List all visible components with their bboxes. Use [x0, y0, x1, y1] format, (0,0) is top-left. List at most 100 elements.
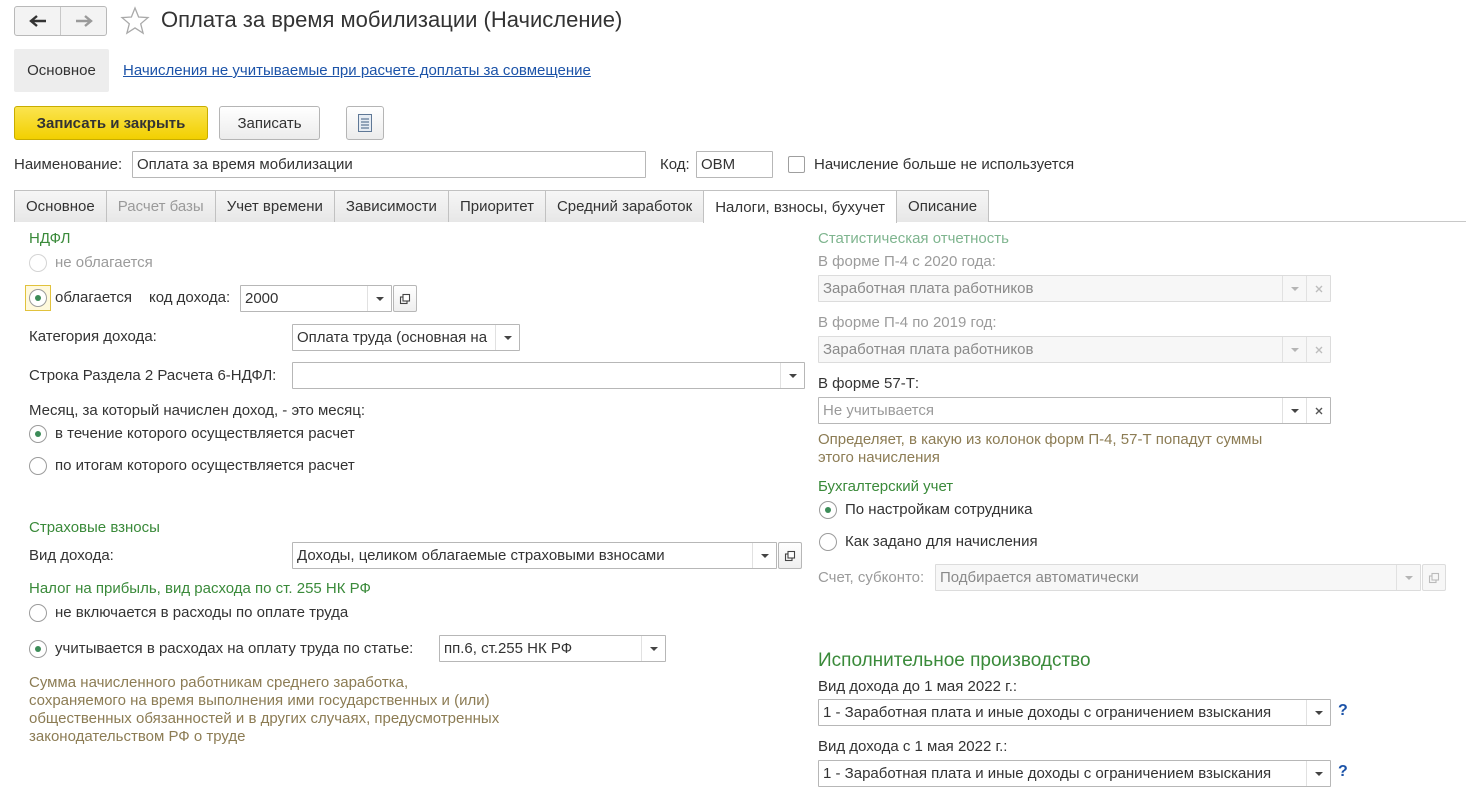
profit-tax-article-dropdown[interactable]: [641, 636, 665, 661]
row-6ndfl-dropdown[interactable]: [780, 363, 804, 388]
open-copy-icon: [399, 293, 411, 305]
insurance-income-type-open-button[interactable]: [778, 542, 802, 569]
accounting-accrual-radio[interactable]: [819, 533, 837, 551]
income-code-open-button[interactable]: [393, 285, 417, 312]
accounting-accrual-label: Как задано для начисления: [845, 533, 1038, 550]
enforcement-before-value: 1 - Заработная плата и иные доходы с огр…: [823, 704, 1272, 721]
save-and-close-button[interactable]: Записать и закрыть: [14, 106, 208, 140]
enforcement-section-title: Исполнительное производство: [818, 650, 1091, 671]
chevron-down-icon: [503, 335, 513, 341]
profit-tax-included-radio[interactable]: [29, 640, 47, 658]
insurance-income-type-label: Вид дохода:: [29, 547, 114, 564]
name-field[interactable]: Оплата за время мобилизации: [132, 151, 646, 178]
p4-2019-label: В форме П-4 по 2019 год:: [818, 314, 997, 331]
report-list-button[interactable]: [346, 106, 384, 140]
chevron-down-icon: [1314, 771, 1324, 777]
panel-link-accruals[interactable]: Начисления не учитываемые при расчете до…: [123, 62, 591, 79]
profit-tax-article-value: пп.6, ст.255 НК РФ: [444, 640, 573, 657]
ndfl-section-title: НДФЛ: [29, 230, 71, 247]
tab-taxes[interactable]: Налоги, взносы, бухучет: [703, 190, 898, 223]
profit-tax-hint: Сумма начисленного работникам среднего з…: [29, 674, 500, 745]
name-label: Наименование:: [14, 156, 123, 173]
income-category-dropdown[interactable]: [495, 325, 519, 350]
enforcement-before-label: Вид дохода до 1 мая 2022 г.:: [818, 678, 1018, 695]
forward-button[interactable]: [60, 7, 106, 35]
code-value: ОВМ: [701, 156, 736, 173]
month-during-radio[interactable]: [29, 425, 47, 443]
f57t-clear[interactable]: [1306, 398, 1330, 423]
p4-2019-field[interactable]: Заработная плата работников: [818, 336, 1331, 363]
p4-2019-clear[interactable]: [1306, 337, 1330, 362]
enforcement-after-value: 1 - Заработная плата и иные доходы с огр…: [823, 765, 1272, 782]
accounting-employee-radio[interactable]: [819, 501, 837, 519]
enforcement-before-help[interactable]: ?: [1338, 702, 1348, 720]
tab-priority[interactable]: Приоритет: [447, 190, 546, 222]
row-6ndfl-field[interactable]: [292, 362, 805, 389]
insurance-income-type-field[interactable]: Доходы, целиком облагаемые страховыми вз…: [292, 542, 777, 569]
profit-tax-article-field[interactable]: пп.6, ст.255 НК РФ: [439, 635, 666, 662]
statistics-section-title: Статистическая отчетность: [818, 230, 1009, 247]
month-results-radio[interactable]: [29, 457, 47, 475]
p4-2020-dropdown[interactable]: [1282, 276, 1306, 301]
report-list-icon: [358, 114, 372, 132]
f57t-dropdown[interactable]: [1282, 398, 1306, 423]
unused-checkbox[interactable]: [788, 156, 805, 173]
income-code-dropdown[interactable]: [367, 286, 391, 311]
name-value: Оплата за время мобилизации: [137, 156, 353, 173]
enforcement-after-label: Вид дохода с 1 мая 2022 г.:: [818, 738, 1008, 755]
tab-base-calculation[interactable]: Расчет базы: [105, 190, 216, 222]
p4-2020-clear[interactable]: [1306, 276, 1330, 301]
income-code-label: код дохода:: [149, 289, 231, 306]
account-field[interactable]: Подбирается автоматически: [935, 564, 1421, 591]
p4-2020-field[interactable]: Заработная плата работников: [818, 275, 1331, 302]
profit-tax-section-title: Налог на прибыль, вид расхода по ст. 255…: [29, 580, 371, 597]
income-category-field[interactable]: Оплата труда (основная на: [292, 324, 520, 351]
insurance-income-type-dropdown[interactable]: [752, 543, 776, 568]
account-open-button[interactable]: [1422, 564, 1446, 591]
code-field[interactable]: ОВМ: [696, 151, 773, 178]
chevron-down-icon: [1404, 575, 1414, 581]
tab-average-earnings[interactable]: Средний заработок: [544, 190, 705, 222]
profit-tax-included-label: учитывается в расходах на оплату труда п…: [55, 640, 414, 657]
back-button[interactable]: [15, 7, 60, 35]
chevron-down-icon: [649, 646, 659, 652]
save-button[interactable]: Записать: [219, 106, 320, 140]
p4-2019-dropdown[interactable]: [1282, 337, 1306, 362]
tab-description[interactable]: Описание: [896, 190, 990, 222]
page-title: Оплата за время мобилизации (Начисление): [161, 7, 623, 32]
accounting-section-title: Бухгалтерский учет: [818, 478, 954, 495]
account-label: Счет, субконто:: [818, 569, 925, 586]
f57t-value: Не учитывается: [823, 402, 934, 419]
tab-time-accounting[interactable]: Учет времени: [214, 190, 335, 222]
favorite-star-button[interactable]: [120, 6, 150, 40]
panel-main-section[interactable]: Основное: [14, 49, 109, 92]
clear-icon: [1314, 284, 1324, 294]
enforcement-after-field[interactable]: 1 - Заработная плата и иные доходы с огр…: [818, 760, 1331, 787]
enforcement-before-dropdown[interactable]: [1306, 700, 1330, 725]
unused-label: Начисление больше не используется: [814, 156, 1075, 173]
code-label: Код:: [660, 156, 690, 173]
income-code-value: 2000: [245, 290, 279, 307]
clear-icon: [1314, 345, 1324, 355]
chevron-down-icon: [760, 553, 770, 559]
tab-main[interactable]: Основное: [14, 190, 107, 222]
f57t-field[interactable]: Не учитывается: [818, 397, 1331, 424]
enforcement-before-field[interactable]: 1 - Заработная плата и иные доходы с огр…: [818, 699, 1331, 726]
insurance-section-title: Страховые взносы: [29, 519, 160, 536]
income-code-field[interactable]: 2000: [240, 285, 392, 312]
tab-dependencies[interactable]: Зависимости: [333, 190, 449, 222]
statistics-hint: Определяет, в какую из колонок форм П-4,…: [818, 431, 1263, 466]
ndfl-taxed-radio[interactable]: [29, 289, 47, 307]
ndfl-not-taxed-label: не облагается: [55, 254, 153, 271]
ndfl-taxed-label: облагается: [55, 289, 133, 306]
income-category-value: Оплата труда (основная на: [297, 329, 488, 346]
ndfl-not-taxed-radio[interactable]: [29, 254, 47, 272]
profit-tax-excluded-radio[interactable]: [29, 604, 47, 622]
enforcement-after-help[interactable]: ?: [1338, 763, 1348, 781]
chevron-down-icon: [1314, 710, 1324, 716]
account-dropdown[interactable]: [1396, 565, 1420, 590]
tab-bar: Основное Расчет базы Учет времени Зависи…: [14, 190, 990, 223]
enforcement-after-dropdown[interactable]: [1306, 761, 1330, 786]
accounting-employee-label: По настройкам сотрудника: [845, 501, 1033, 518]
f57t-label: В форме 57-Т:: [818, 375, 920, 392]
